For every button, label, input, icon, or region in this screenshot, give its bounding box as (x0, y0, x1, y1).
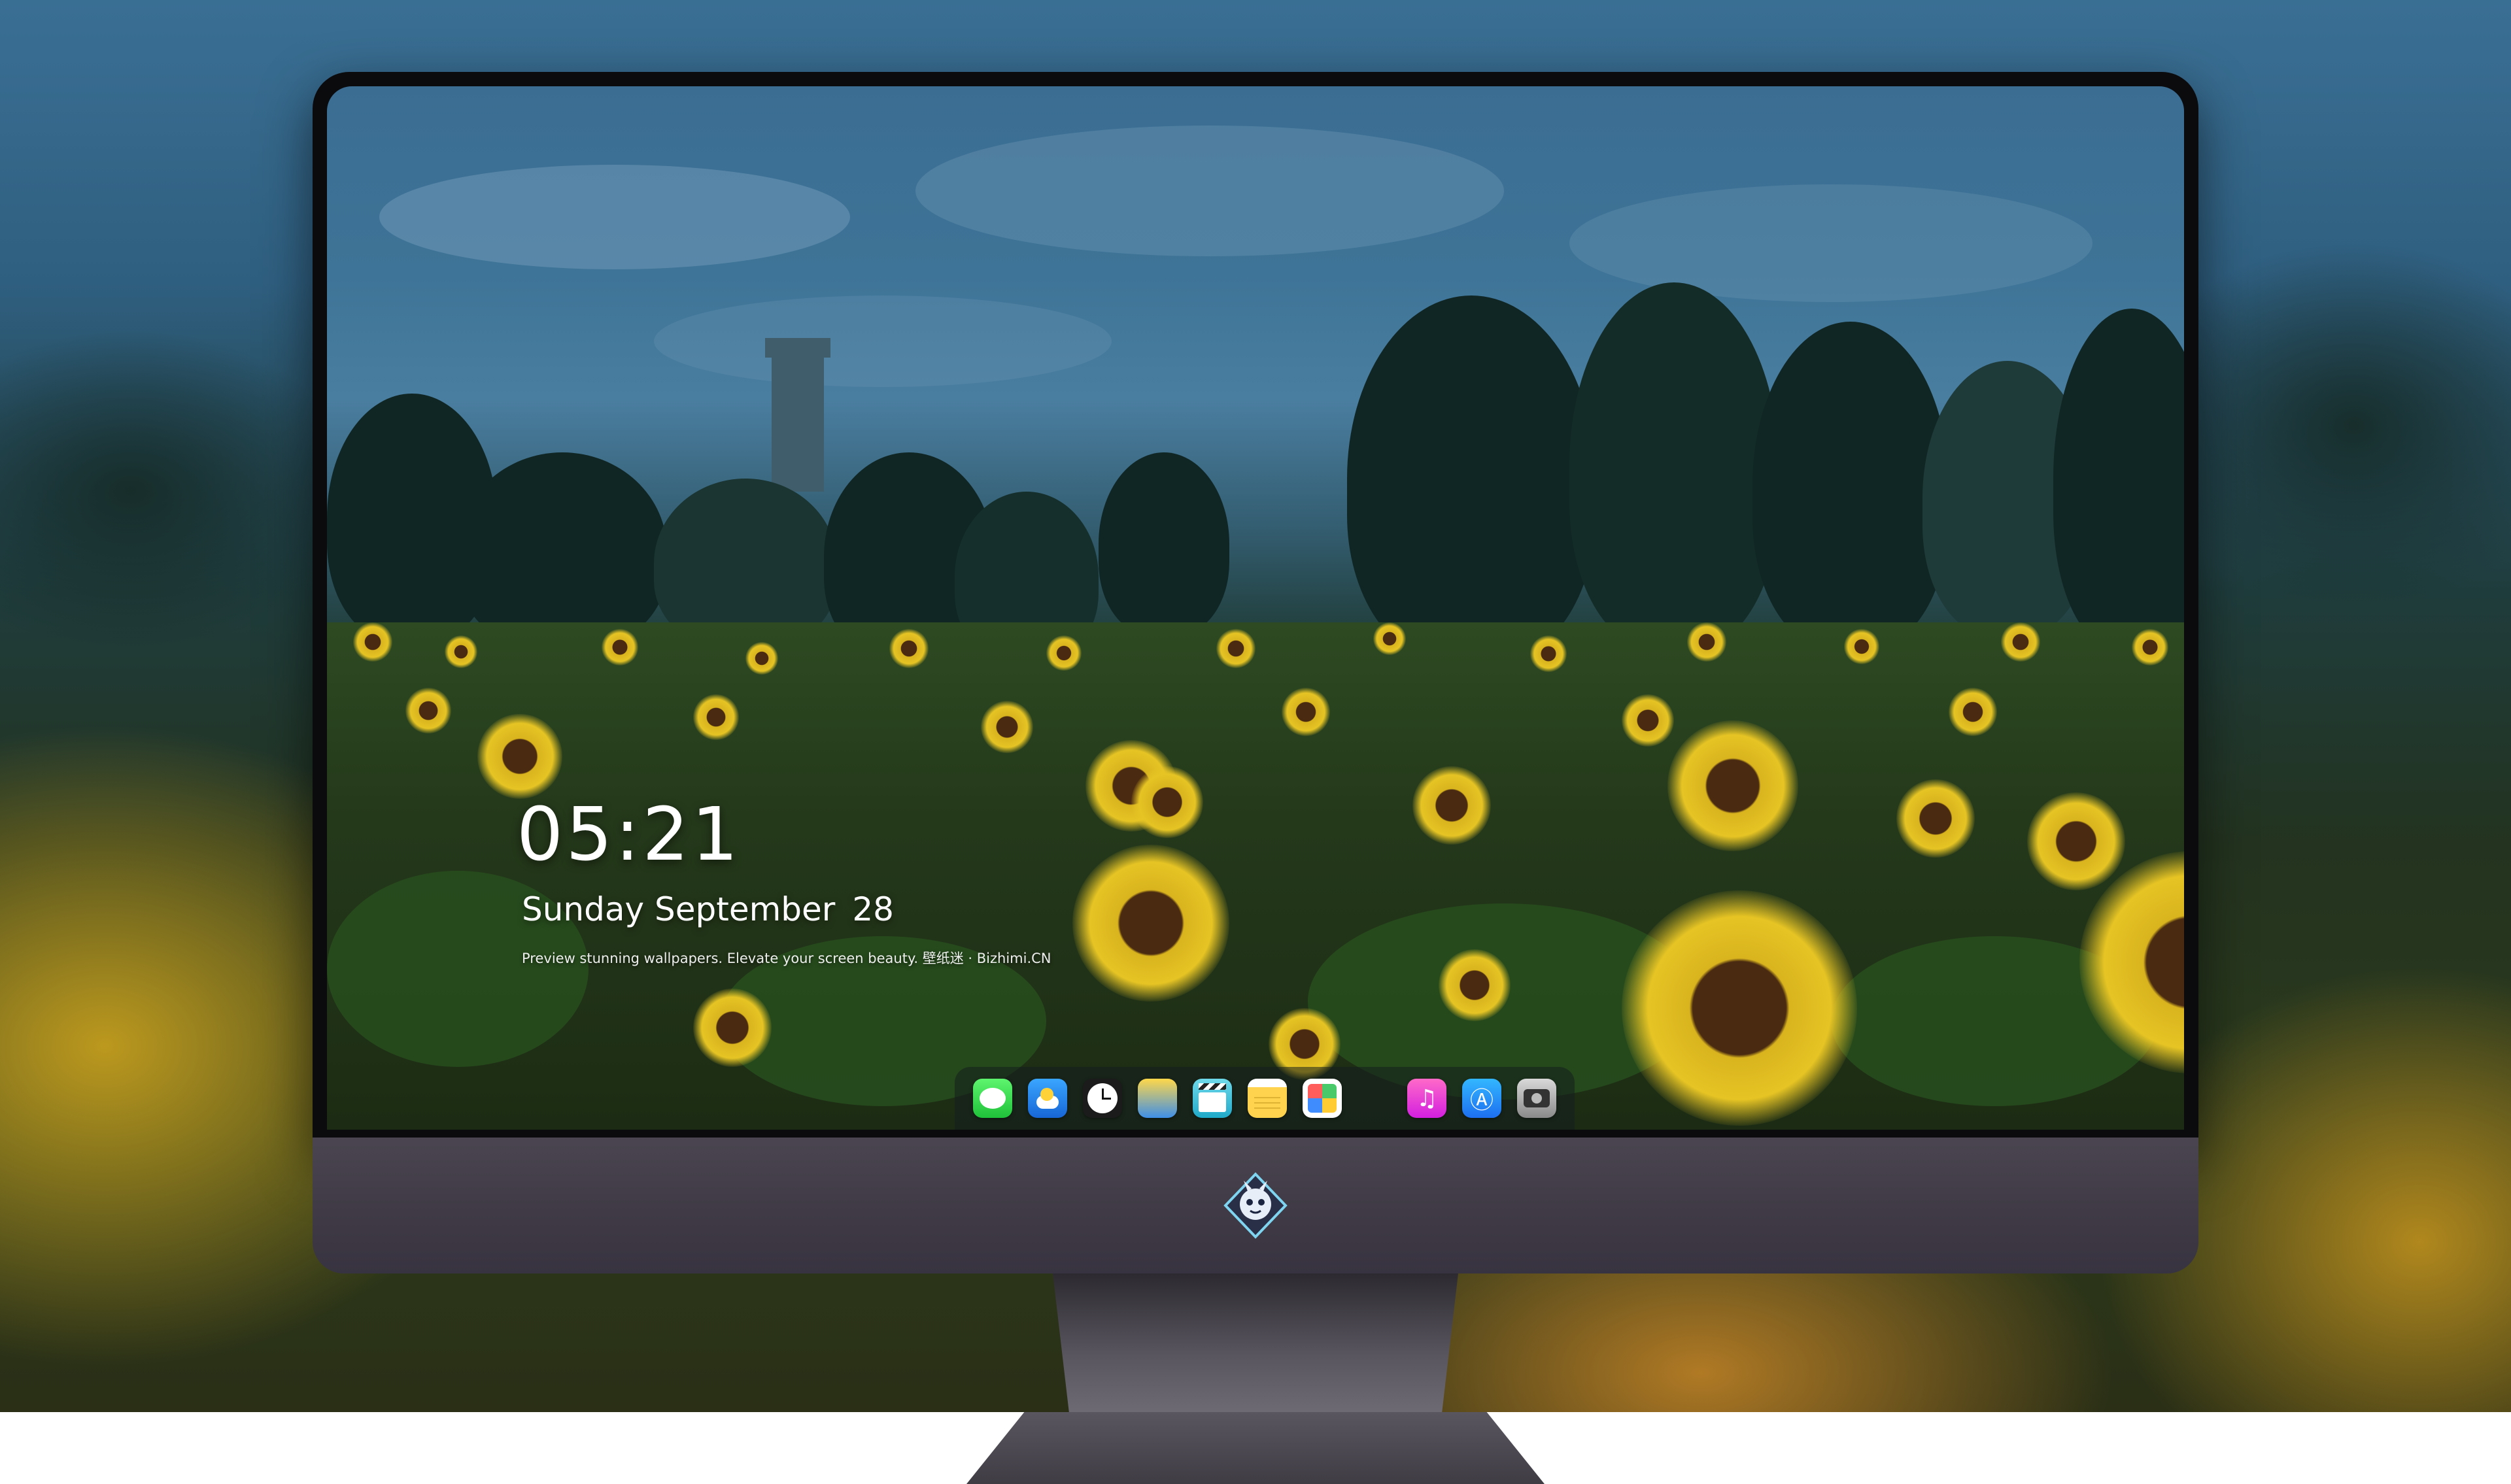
finder-icon[interactable] (1138, 1079, 1177, 1118)
sunflower (1282, 688, 1330, 736)
sunflower (1667, 720, 1798, 851)
wallpaper-tree (2053, 309, 2184, 649)
sunflower (1072, 845, 1229, 1002)
lockscreen-weekday-month: Sunday September (522, 890, 836, 928)
sunflower (1412, 766, 1491, 845)
lockscreen-time: 05:21 (517, 792, 741, 877)
sunflower (405, 688, 451, 734)
sunflower (1622, 890, 1857, 1126)
wallpaper-tree (1099, 452, 1229, 635)
lockscreen-date: Sunday September 28 (522, 890, 894, 928)
sunflower (1687, 622, 1726, 662)
sunflower (1844, 629, 1879, 664)
sunflower (2001, 622, 2040, 662)
sunflower (1949, 688, 1997, 736)
sunflower (2132, 629, 2168, 666)
photos-icon[interactable] (1303, 1079, 1342, 1118)
sunflower (981, 701, 1033, 753)
sunflower (602, 629, 638, 666)
sunflower (889, 629, 929, 668)
music-icon[interactable]: ♫ (1407, 1079, 1446, 1118)
wallpaper-tree (1752, 322, 1949, 649)
notes-icon[interactable] (1248, 1079, 1287, 1118)
sunflower (693, 694, 739, 740)
sunflower (445, 635, 477, 668)
sunflower (1046, 635, 1082, 671)
desktop-screen[interactable]: 05:21 Sunday September 28 Preview stunnin… (327, 86, 2184, 1130)
sunflower (353, 622, 392, 662)
sunflower (1622, 694, 1674, 747)
imac-monitor: 05:21 Sunday September 28 Preview stunnin… (313, 72, 2198, 1484)
wallpaper-tree (1347, 295, 1596, 662)
sunflower (1439, 949, 1511, 1021)
lockscreen-day: 28 (852, 890, 894, 928)
sunflower (1530, 635, 1567, 672)
wallpaper-tree (1569, 282, 1779, 649)
wallpaper-tower (772, 348, 824, 492)
wallpaper-cloud (379, 165, 850, 269)
weather-icon[interactable] (1028, 1079, 1067, 1118)
camera-icon[interactable] (1517, 1079, 1556, 1118)
sunflower (1216, 629, 1256, 668)
sunflower (693, 988, 772, 1067)
sunflower (1131, 766, 1203, 838)
wallpaper-cloud (1569, 184, 2092, 302)
dragon-mascot-logo (1221, 1172, 1290, 1239)
wallpaper-cloud (915, 126, 1504, 256)
app-store-icon[interactable]: Ⓐ (1462, 1079, 1501, 1118)
sunflower (1373, 622, 1406, 655)
sunflower (745, 642, 778, 675)
sunflower (1896, 779, 1975, 858)
monitor-stand-neck (1053, 1273, 1458, 1412)
wallpaper-tower-top (765, 338, 830, 358)
dock: ♫ Ⓐ (955, 1067, 1575, 1130)
sunflower (477, 714, 562, 799)
wallpaper-tagline: Preview stunning wallpapers. Elevate you… (522, 951, 1051, 966)
messages-icon[interactable] (973, 1079, 1012, 1118)
sunflower (2027, 792, 2125, 890)
wallpaper-tree (458, 452, 667, 649)
clock-icon[interactable] (1083, 1079, 1122, 1118)
wallpaper-cloud (654, 295, 1112, 387)
monitor-stand-base (966, 1412, 1545, 1484)
clips-icon[interactable] (1193, 1079, 1232, 1118)
